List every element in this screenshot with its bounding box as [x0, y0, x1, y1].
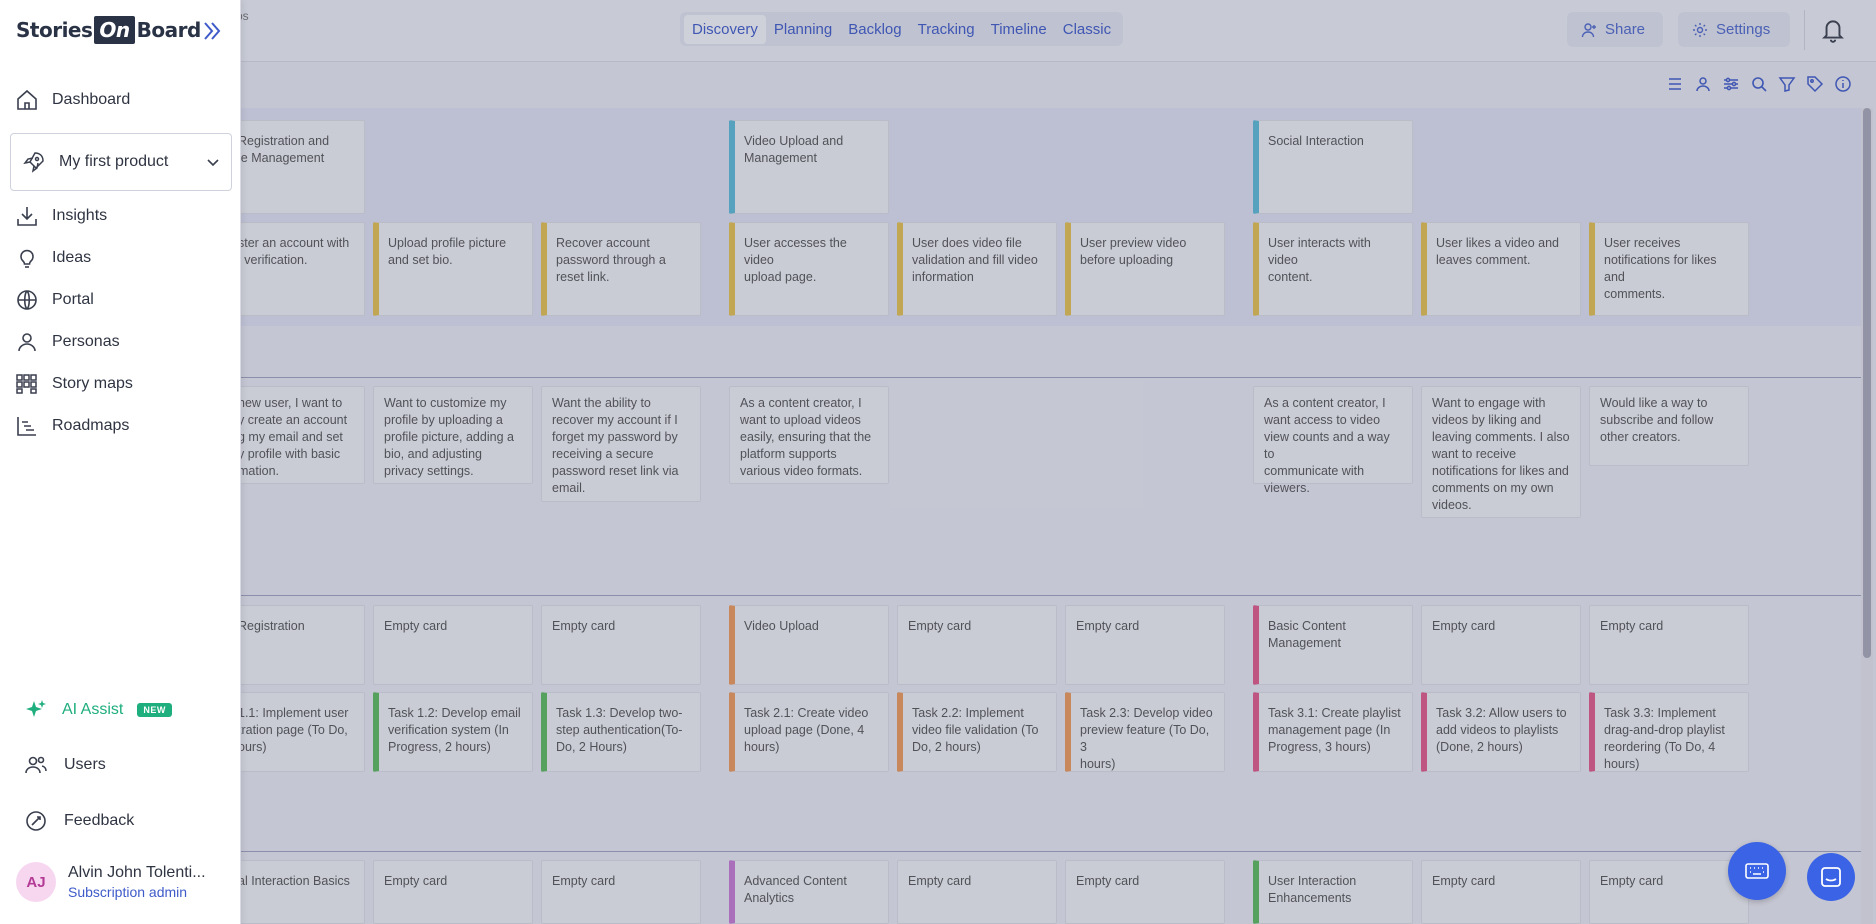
sidebar-item-label: Ideas	[52, 249, 92, 266]
sidebar-item-label: Users	[64, 756, 106, 773]
avatar: AJ	[16, 862, 56, 902]
sidebar-item-portal[interactable]: Portal	[14, 285, 94, 315]
sidebar-item-label: Personas	[52, 333, 120, 350]
double-chevron-right-icon[interactable]	[199, 18, 225, 44]
users-icon	[25, 756, 47, 774]
sidebar-item-label: Feedback	[64, 812, 135, 829]
logo[interactable]: Stories On Board	[16, 12, 201, 48]
sparkle-icon	[26, 700, 46, 717]
chat-support-button[interactable]	[1807, 853, 1855, 901]
product-name: My first product	[59, 153, 169, 170]
feedback-icon	[26, 811, 46, 831]
lightbulb-icon	[20, 249, 34, 268]
chat-icon	[1821, 867, 1841, 887]
sidebar-item-label: Roadmaps	[52, 417, 130, 434]
home-icon	[17, 89, 37, 110]
globe-icon	[17, 290, 37, 310]
ai-assist-button[interactable]: AI Assist NEW	[24, 698, 172, 722]
keyboard-icon	[1745, 863, 1769, 879]
person-icon	[18, 333, 36, 352]
sidebar-item-ideas[interactable]: Ideas	[14, 243, 91, 273]
modal-backdrop[interactable]	[0, 0, 1876, 924]
download-icon	[17, 207, 37, 226]
sidebar-item-label: Portal	[52, 291, 94, 308]
user-role: Subscription admin	[68, 884, 188, 900]
sidebar-item-feedback[interactable]: Feedback	[24, 806, 134, 836]
roadmap-icon	[17, 417, 36, 436]
logo-right: Board	[136, 18, 202, 42]
chevron-down-icon	[207, 159, 219, 167]
product-selector[interactable]: My first product	[10, 133, 232, 191]
sidebar-item-roadmaps[interactable]: Roadmaps	[14, 411, 129, 441]
logo-mid: On	[94, 16, 135, 44]
rocket-icon	[23, 152, 44, 173]
logo-left: Stories	[16, 18, 93, 42]
storymap-icon	[16, 374, 37, 394]
sidebar-item-story-maps[interactable]: Story maps	[14, 369, 133, 399]
sidebar-item-dashboard[interactable]: Dashboard	[14, 85, 130, 115]
sidebar: Stories On Board Dashboard My first prod…	[0, 0, 241, 924]
sidebar-item-insights[interactable]: Insights	[14, 201, 107, 231]
sidebar-item-personas[interactable]: Personas	[14, 327, 120, 357]
keyboard-shortcuts-button[interactable]	[1728, 842, 1786, 900]
sidebar-item-label: Dashboard	[52, 91, 131, 108]
ai-assist-label: AI Assist	[62, 701, 124, 718]
user-profile[interactable]: AJ Alvin John Tolenti... Subscription ad…	[16, 862, 206, 902]
new-badge: NEW	[137, 703, 172, 717]
sidebar-item-label: Insights	[52, 207, 108, 224]
sidebar-item-users[interactable]: Users	[24, 750, 106, 780]
sidebar-item-label: Story maps	[52, 375, 133, 392]
user-name: Alvin John Tolenti...	[68, 864, 206, 881]
